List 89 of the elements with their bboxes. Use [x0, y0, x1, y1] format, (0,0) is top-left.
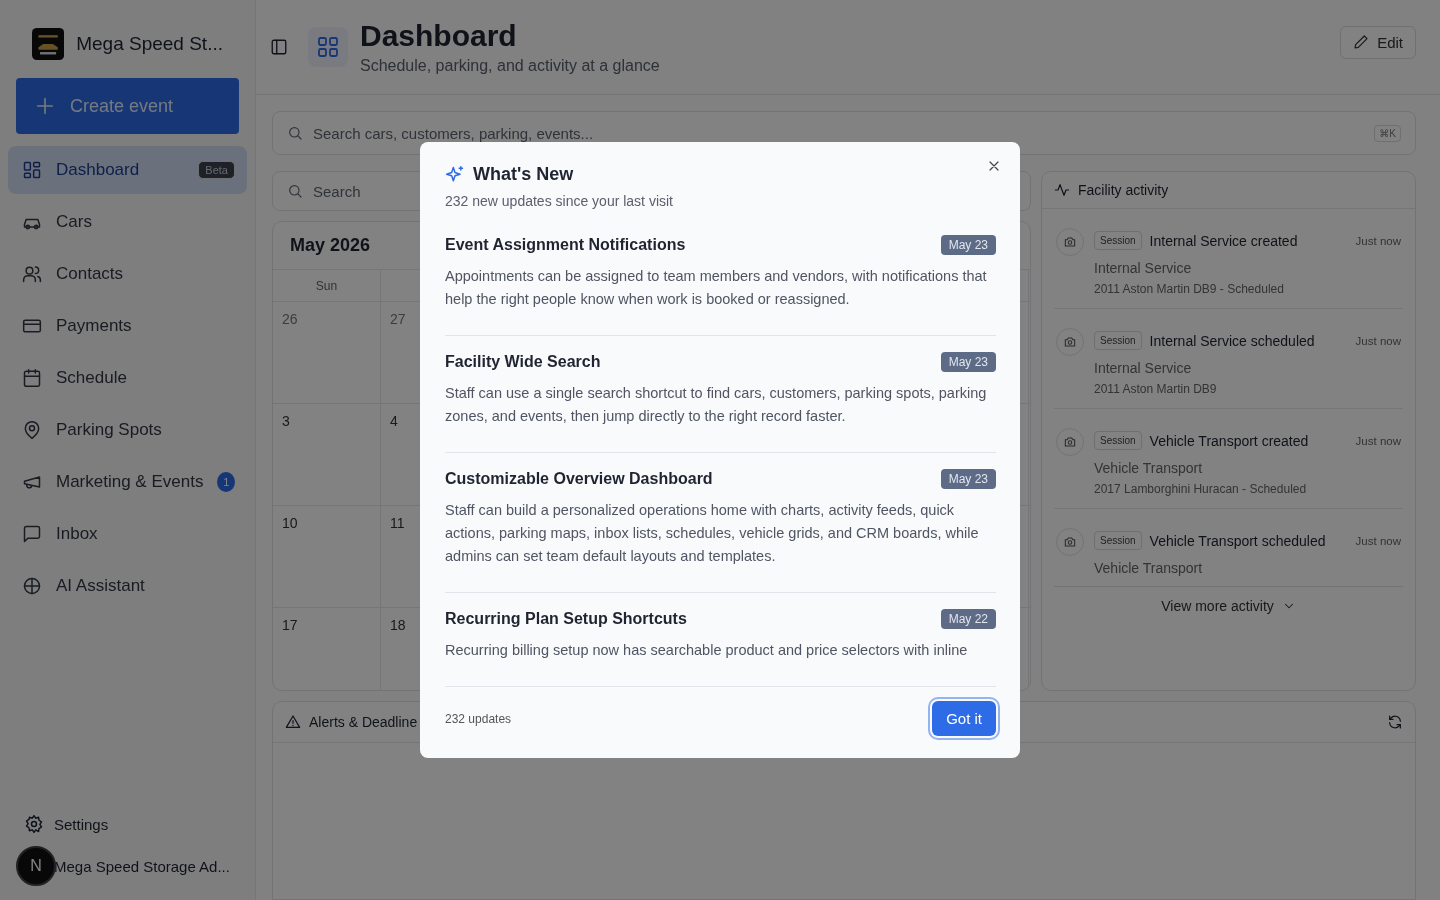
update-description: Staff can build a personalized operations home with charts, activity feeds, quick actions, parking maps, inbox lists, schedules, vehicle grids, and CRM boards, while admins can set team default layouts and templates. — [445, 501, 980, 566]
update-count: 232 updates — [445, 711, 512, 726]
page-title: Dashboard — [360, 19, 518, 53]
day-number[interactable]: 11 — [390, 515, 405, 531]
date-badge: May 22 — [940, 609, 996, 629]
activity-subtitle: Vehicle Transport — [1094, 560, 1204, 576]
sidebar-item[interactable]: Dashboard Beta — [8, 146, 247, 194]
activity-item[interactable]: Session Internal Service scheduled Just now Internal Service 2011 Aston Martin DB9 — [1054, 309, 1403, 409]
sidebar-item[interactable]: Contacts — [8, 250, 247, 298]
count-badge: 1 — [217, 472, 235, 492]
date-badge: May 23 — [940, 352, 996, 372]
activity-detail: 2017 Lamborghini Huracan - Scheduled — [1094, 482, 1308, 496]
nav-icon — [22, 316, 42, 336]
search-icon — [287, 125, 303, 141]
activity-icon — [1054, 182, 1070, 198]
day-number[interactable]: 27 — [390, 311, 406, 327]
day-number[interactable]: 17 — [282, 617, 298, 633]
pencil-icon — [1353, 34, 1370, 50]
update-description: Staff can use a single search shortcut to find cars, customers, parking spots, parking zones, and events, then jump directly to the right record faster. — [445, 384, 988, 426]
activity-subtitle: Internal Service — [1094, 260, 1193, 276]
card-title: Facility activity — [1078, 182, 1169, 198]
shortcut-key: ⌘K — [1374, 124, 1401, 142]
beta-tag: Beta — [198, 161, 235, 179]
session-tag: Session — [1094, 531, 1142, 550]
dashboard-icon — [308, 27, 348, 67]
activity-subtitle: Vehicle Transport — [1094, 460, 1204, 476]
dialog-title: What's New — [473, 164, 574, 185]
activity-item[interactable]: Session Internal Service created Just now Internal Service 2011 Aston Martin DB9 - Scheduled — [1054, 209, 1403, 309]
day-number[interactable]: 18 — [390, 617, 406, 633]
search-icon — [287, 183, 303, 199]
session-tag: Session — [1094, 431, 1142, 450]
sidebar-item[interactable]: Inbox — [8, 510, 247, 558]
nav-icon — [22, 420, 42, 440]
settings-link[interactable]: Settings — [16, 814, 239, 834]
calendar-month: May 2026 — [290, 235, 371, 256]
sidebar-item[interactable]: Parking Spots — [8, 406, 247, 454]
brand-name: Mega Speed St... — [76, 33, 223, 55]
warning-icon — [285, 714, 301, 730]
nav-icon — [22, 524, 42, 544]
weekday-label: Sun — [315, 278, 338, 293]
activity-time: Just now — [1355, 434, 1401, 447]
view-more-button[interactable]: View more activity — [1155, 597, 1302, 615]
sparkles-icon — [445, 164, 465, 185]
nav-icon — [22, 576, 42, 596]
day-number[interactable]: 4 — [390, 413, 398, 429]
activity-item[interactable]: Session Vehicle Transport scheduled Just now Vehicle Transport — [1054, 509, 1403, 586]
sidebar-item[interactable]: Marketing & Events 1 — [8, 458, 247, 506]
nav-icon — [22, 160, 42, 180]
activity-time: Just now — [1355, 334, 1401, 347]
refresh-icon[interactable] — [1387, 714, 1403, 730]
activity-title: Vehicle Transport created — [1149, 432, 1310, 449]
activity-time: Just now — [1355, 234, 1401, 247]
update-title: Customizable Overview Dashboard — [445, 470, 713, 488]
date-badge: May 23 — [940, 235, 996, 255]
sidebar-item[interactable]: Schedule — [8, 354, 247, 402]
user-avatar[interactable]: N — [16, 846, 56, 886]
card-title: Alerts & Deadline — [309, 714, 418, 730]
page-subtitle: Schedule, parking, and activity at a glance — [360, 57, 661, 75]
sidebar-item[interactable]: Cars — [8, 198, 247, 246]
session-tag: Session — [1094, 231, 1142, 250]
day-number[interactable]: 10 — [282, 515, 298, 531]
activity-detail: 2011 Aston Martin DB9 - Scheduled — [1094, 282, 1285, 296]
activity-title: Internal Service created — [1149, 232, 1299, 249]
date-badge: May 23 — [940, 469, 996, 489]
update-description: Recurring billing setup now has searchable product and price selectors with inline — [445, 641, 969, 660]
nav-icon — [22, 368, 42, 388]
session-tag: Session — [1094, 331, 1142, 350]
sidebar-item[interactable]: AI Assistant — [8, 562, 247, 610]
update-title: Facility Wide Search — [445, 353, 601, 371]
day-number[interactable]: 3 — [282, 413, 290, 429]
plus-icon — [34, 95, 56, 117]
user-name: Mega Speed Storage Ad... — [54, 857, 230, 875]
sidebar-item[interactable]: Payments — [8, 302, 247, 350]
activity-detail: 2011 Aston Martin DB9 — [1094, 382, 1218, 396]
update-title: Event Assignment Notifications — [445, 236, 686, 254]
activity-time: Just now — [1355, 534, 1401, 547]
settings-icon — [24, 814, 44, 834]
create-event-button[interactable]: Create event — [16, 78, 239, 134]
activity-title: Internal Service scheduled — [1149, 332, 1316, 349]
dialog-subtitle: 232 new updates since your last visit — [445, 193, 674, 209]
day-number[interactable]: 26 — [282, 311, 298, 327]
update-description: Appointments can be assigned to team members and vendors, with notifications that help the right people know when work is booked or reassigned. — [445, 267, 988, 309]
update-title: Recurring Plan Setup Shortcuts — [445, 610, 687, 628]
activity-subtitle: Internal Service — [1094, 360, 1193, 376]
sidebar-toggle-icon[interactable] — [270, 38, 288, 56]
edit-button[interactable]: Edit — [1340, 25, 1416, 59]
activity-title: Vehicle Transport scheduled — [1149, 532, 1327, 549]
nav-icon — [22, 264, 42, 284]
activity-item[interactable]: Session Vehicle Transport created Just now Vehicle Transport 2017 Lamborghini Huracan - Scheduled — [1054, 409, 1403, 509]
